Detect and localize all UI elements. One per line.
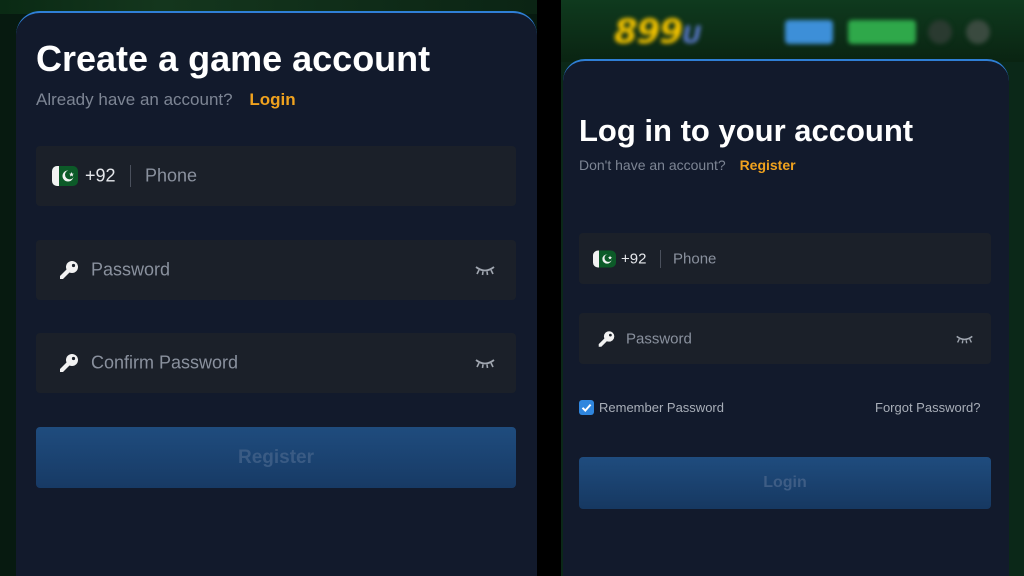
confirm-password-placeholder: Confirm Password bbox=[91, 352, 239, 373]
remember-password-label[interactable]: Remember Password bbox=[599, 400, 724, 415]
phone-placeholder: Phone bbox=[673, 250, 717, 267]
eye-closed-icon[interactable] bbox=[955, 333, 974, 344]
country-code[interactable]: +92 bbox=[85, 166, 116, 187]
eye-closed-icon[interactable] bbox=[474, 357, 496, 369]
login-phone-field[interactable]: +92 Phone bbox=[579, 233, 991, 284]
blurred-game-logo: 899U bbox=[614, 12, 701, 52]
key-icon bbox=[60, 354, 78, 372]
login-register-prompt: Don't have an account? Register bbox=[579, 157, 796, 173]
register-login-prompt: Already have an account? Login bbox=[36, 90, 296, 110]
country-code[interactable]: +92 bbox=[621, 250, 646, 267]
have-account-text: Already have an account? bbox=[36, 90, 233, 109]
blurred-header-button bbox=[848, 20, 916, 44]
forgot-password-link[interactable]: Forgot Password? bbox=[875, 400, 981, 415]
pakistan-flag-icon bbox=[593, 250, 616, 267]
phone-placeholder: Phone bbox=[145, 165, 198, 186]
password-placeholder: Password bbox=[626, 330, 692, 347]
login-link[interactable]: Login bbox=[249, 90, 295, 109]
key-icon bbox=[598, 330, 615, 347]
register-password-field[interactable]: Password bbox=[36, 240, 516, 300]
register-button[interactable]: Register bbox=[36, 427, 516, 488]
remember-password-checkbox[interactable] bbox=[579, 400, 594, 415]
register-title: Create a game account bbox=[36, 38, 431, 79]
blurred-header-button bbox=[785, 20, 833, 44]
login-password-field[interactable]: Password bbox=[579, 313, 991, 364]
register-phone-field[interactable]: +92 Phone bbox=[36, 146, 516, 206]
field-separator bbox=[130, 165, 131, 187]
login-button[interactable]: Login bbox=[579, 457, 991, 509]
blurred-header-icon bbox=[928, 20, 952, 44]
password-placeholder: Password bbox=[91, 259, 171, 280]
checkmark-icon bbox=[581, 403, 592, 413]
register-confirm-password-field[interactable]: Confirm Password bbox=[36, 333, 516, 393]
blurred-header-icon bbox=[966, 20, 990, 44]
no-account-text: Don't have an account? bbox=[579, 157, 726, 173]
login-title: Log in to your account bbox=[579, 113, 914, 148]
field-separator bbox=[660, 249, 661, 268]
register-link[interactable]: Register bbox=[740, 157, 796, 173]
eye-closed-icon[interactable] bbox=[474, 264, 496, 276]
pakistan-flag-icon bbox=[52, 166, 78, 186]
panel-divider bbox=[537, 0, 561, 576]
key-icon bbox=[60, 261, 78, 279]
